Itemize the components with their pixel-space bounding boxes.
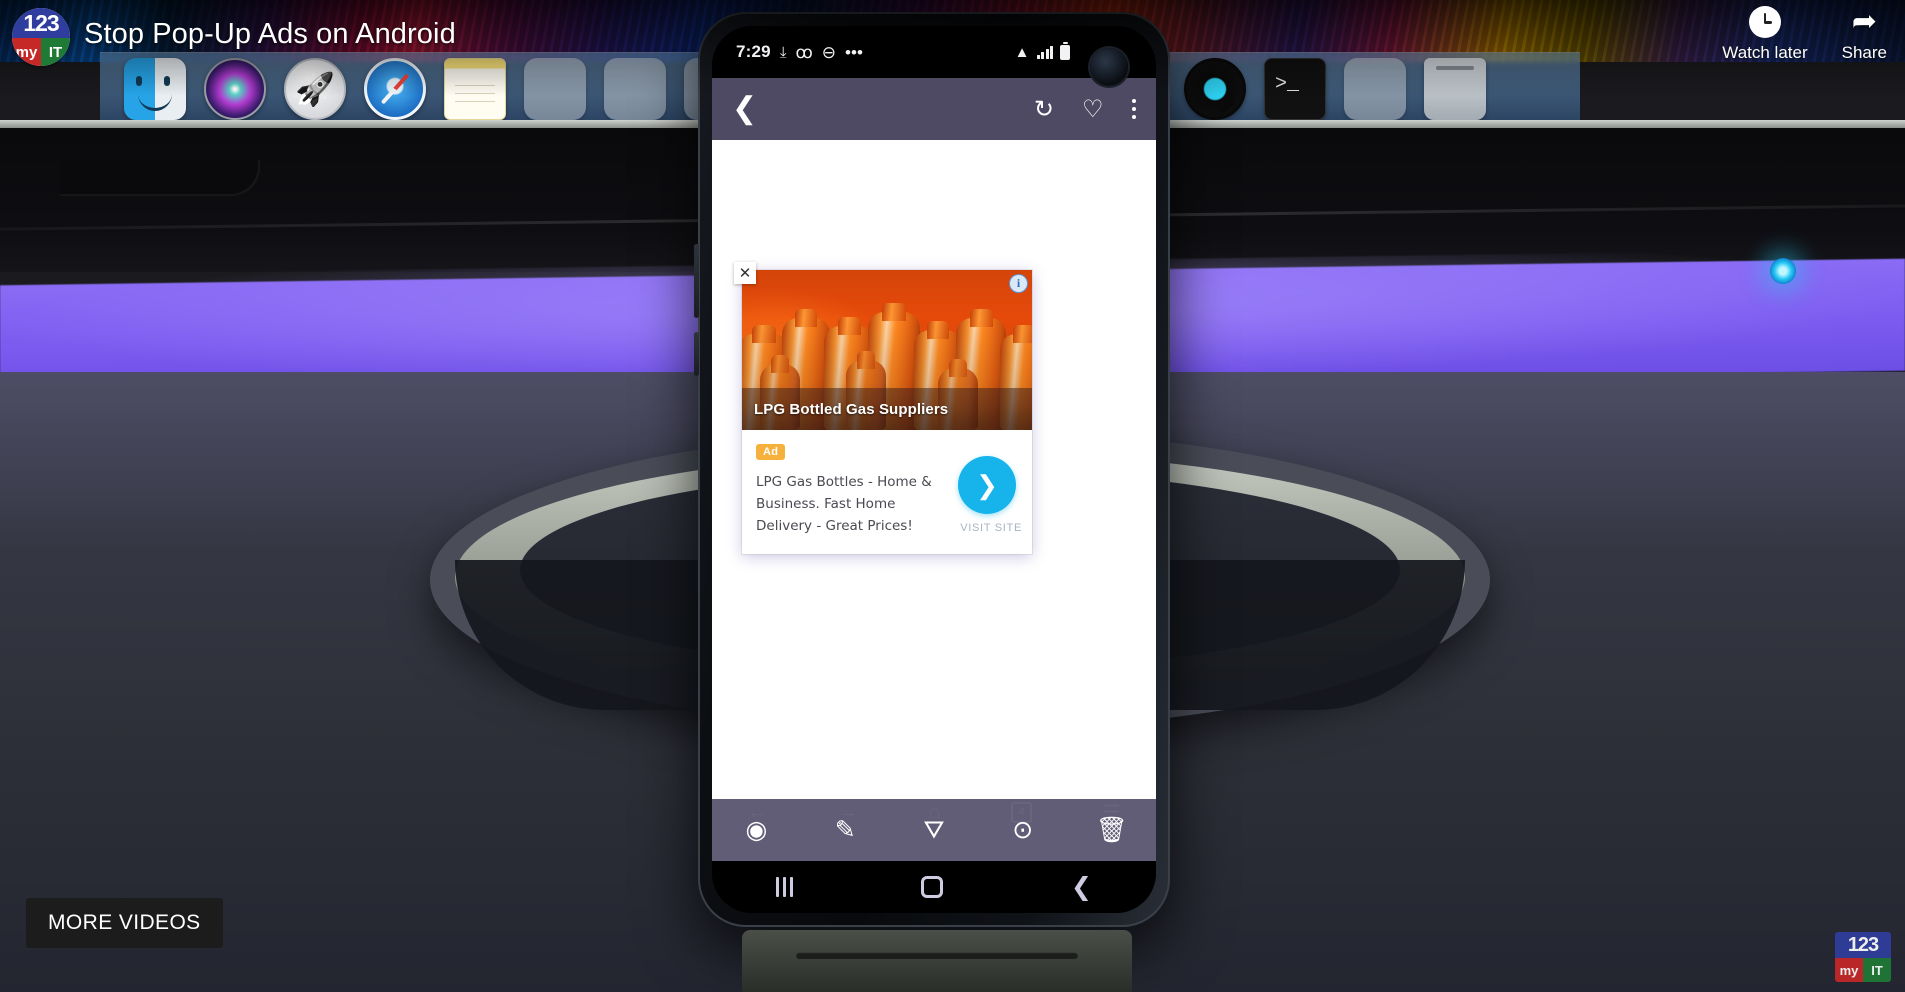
power-led-icon [1770,258,1796,284]
clock-icon [1748,6,1781,38]
youtube-actions: Watch later ➦ Share [1722,6,1887,63]
do-not-disturb-icon: ⊖ [821,42,837,62]
more-icon: ••• [845,42,863,62]
watch-later-label: Watch later [1722,43,1808,62]
download-icon: ⤓ [779,43,787,61]
phone-screen: 7:29 ⤓ ꝏ ⊖ ••• ▲ ❮ ↻ ♡ ✕ i LPG Bottled G… [712,26,1156,913]
channel-avatar-it-text: IT [41,38,70,66]
status-bar-clock: 7:29 [736,42,771,61]
rotate-icon[interactable]: ↻ [1034,95,1054,124]
app-bottom-toolbar: ◉ ✎ ⛛ ⊙ 🗑 [712,799,1156,861]
volume-up-button[interactable] [694,244,699,318]
channel-avatar-my-text: my [12,38,41,66]
dock-icon-notes[interactable] [444,57,506,120]
dock-icon-placeholder-6[interactable] [1344,57,1406,120]
watermark-top-text: 123 [1835,932,1891,958]
channel-avatar-top-text: 123 [12,8,70,38]
battery-icon [1060,41,1070,60]
back-icon[interactable]: ❮ [732,94,757,124]
web-page-body: ✕ i LPG Bottled Gas Suppliers Ad LPG Gas… [712,140,1156,799]
home-button[interactable] [921,876,944,898]
ad-image: i LPG Bottled Gas Suppliers [742,270,1032,430]
dock-icon-placeholder-2[interactable] [604,57,666,120]
channel-avatar[interactable]: 123 my IT [12,8,70,66]
nav-back-button[interactable]: ❮ [1071,874,1092,900]
popup-ad-card[interactable]: ✕ i LPG Bottled Gas Suppliers Ad LPG Gas… [734,262,1032,554]
view-icon[interactable]: ◉ [734,808,778,852]
ad-info-icon[interactable]: i [1009,274,1028,293]
ad-close-icon[interactable]: ✕ [734,262,756,284]
ad-visit-site-button[interactable]: ❯ [958,456,1016,514]
ad-visit-site-label: VISIT SITE [960,522,1022,534]
dock-icon-terminal[interactable] [1264,57,1326,120]
cellular-signal-icon [1036,45,1053,59]
share-button[interactable]: ➦ Share [1842,6,1887,63]
share-icon[interactable]: ⛛ [912,808,956,852]
share-arrow-icon: ➦ [1851,5,1877,38]
ad-description: LPG Gas Bottles - Home & Business. Fast … [756,474,932,534]
ad-badge: Ad [756,444,786,460]
ad-body: Ad LPG Gas Bottles - Home & Business. Fa… [742,430,1032,554]
dock-icon-siri[interactable] [204,57,266,120]
video-title[interactable]: Stop Pop-Up Ads on Android [84,18,456,51]
overflow-menu-icon[interactable] [1131,98,1136,120]
delete-trash-icon[interactable]: 🗑 [1090,808,1134,852]
dock-icon-finder[interactable] [124,57,186,120]
edit-pencil-icon[interactable]: ✎ [823,808,867,852]
dock-icon-launchpad[interactable] [284,57,346,120]
phone-dock-base [742,930,1132,992]
app-top-toolbar: ❮ ↻ ♡ [712,78,1156,140]
channel-watermark[interactable]: 123 my IT [1835,932,1891,982]
dock-icon-trash[interactable] [1424,57,1486,120]
front-camera-icon [1090,48,1128,86]
dock-icon-safari[interactable] [364,57,426,120]
android-phone: 7:29 ⤓ ꝏ ⊖ ••• ▲ ❮ ↻ ♡ ✕ i LPG Bottled G… [694,12,1170,927]
share-label: Share [1841,43,1887,62]
monitor-notch [60,160,260,196]
dock-icon-quicktime[interactable] [1184,57,1246,120]
watermark-it-text: IT [1863,958,1891,982]
volume-down-button[interactable] [694,332,699,376]
favorite-heart-icon[interactable]: ♡ [1082,95,1104,124]
watch-later-button[interactable]: Watch later [1722,6,1808,63]
dock-icon-placeholder-1[interactable] [524,57,586,120]
watermark-my-text: my [1835,958,1863,982]
ad-headline: LPG Bottled Gas Suppliers [742,388,1032,430]
recents-button[interactable] [776,877,793,897]
android-navigation-bar: ❮ [712,861,1156,913]
contact-icon: ꝏ [795,42,813,62]
camera-icon[interactable]: ⊙ [1001,808,1045,852]
more-videos-button[interactable]: MORE VIDEOS [26,898,223,948]
wifi-icon: ▲ [1014,43,1030,61]
